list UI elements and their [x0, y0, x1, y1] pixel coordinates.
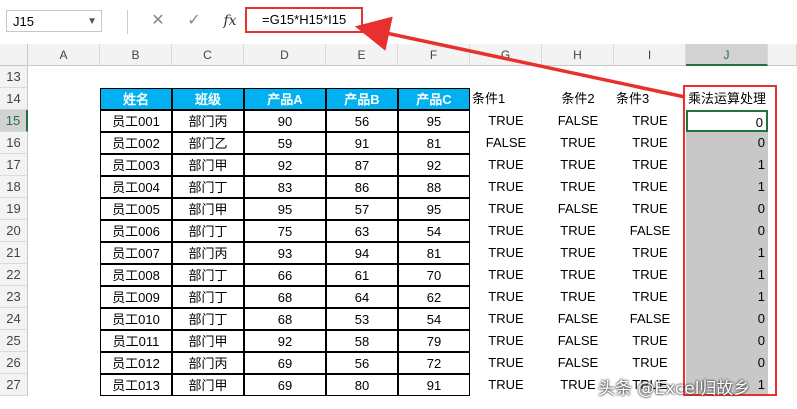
- watermark-text: 头条 @Excel归故乡: [598, 379, 751, 399]
- annotation-arrow: [354, 16, 686, 99]
- arrow-line: [354, 16, 686, 99]
